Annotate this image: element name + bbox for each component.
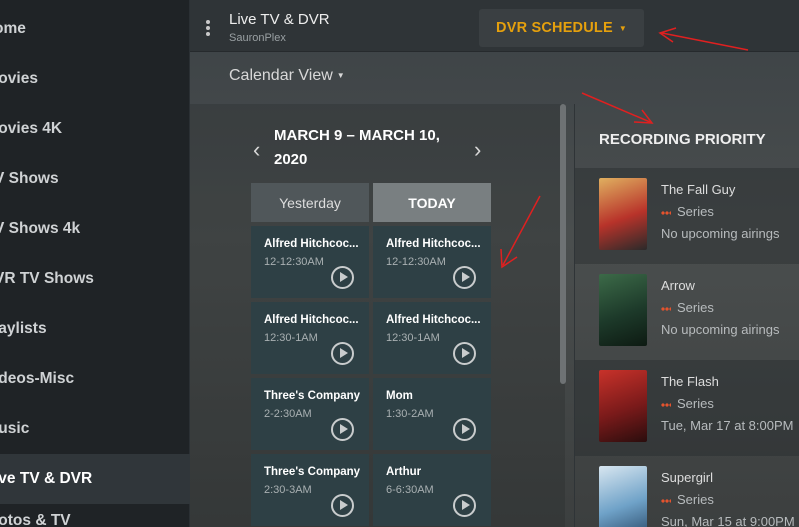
- show-title: Arrow: [661, 278, 695, 293]
- program-time: 2:30-3AM: [264, 484, 312, 496]
- sidebar-item-videos-misc[interactable]: ideos-Misc: [0, 354, 190, 404]
- program-name: Three's Company: [264, 466, 361, 478]
- previous-day-icon[interactable]: ‹: [253, 137, 260, 163]
- page-title: Live TV & DVR: [229, 11, 330, 28]
- sidebar-item-music[interactable]: lusic: [0, 404, 190, 454]
- series-label: Series: [661, 396, 714, 411]
- sidebar-item-home[interactable]: ome: [0, 4, 190, 54]
- sidebar-item-dvr-tv-shows[interactable]: VR TV Shows: [0, 254, 190, 304]
- play-icon[interactable]: [453, 494, 476, 517]
- series-label: Series: [661, 492, 714, 507]
- tab-today[interactable]: TODAY: [373, 183, 491, 222]
- program-time: 12:30-1AM: [264, 332, 318, 344]
- priority-item[interactable]: The Flash Series Tue, Mar 17 at 8:00PM: [575, 360, 799, 456]
- program-time: 6-6:30AM: [386, 484, 434, 496]
- series-label: Series: [661, 300, 714, 315]
- main-content: Live TV & DVR SauronPlex DVR SCHEDULE ▼ …: [190, 0, 799, 527]
- top-bar: Live TV & DVR SauronPlex DVR SCHEDULE ▼: [190, 0, 799, 52]
- next-day-icon[interactable]: ›: [474, 137, 481, 163]
- airing-info: Tue, Mar 17 at 8:00PM: [661, 418, 794, 433]
- sidebar-item-movies[interactable]: lovies: [0, 54, 190, 104]
- date-range-title: MARCH 9 – MARCH 10, 2020: [274, 127, 440, 168]
- program-card[interactable]: Arthur 6-6:30AM: [373, 454, 491, 526]
- series-label: Series: [661, 204, 714, 219]
- program-card[interactable]: Alfred Hitchcoc... 12-12:30AM: [373, 226, 491, 298]
- priority-item[interactable]: Arrow Series No upcoming airings: [575, 264, 799, 360]
- airing-info: Sun, Mar 15 at 9:00PM: [661, 514, 795, 527]
- program-card[interactable]: Three's Company 2-2:30AM: [251, 378, 369, 450]
- server-name: SauronPlex: [229, 32, 286, 44]
- record-icon: [661, 306, 671, 311]
- recording-priority-title: RECORDING PRIORITY: [599, 131, 766, 148]
- calendar-view-dropdown[interactable]: Calendar View ▼: [229, 67, 345, 85]
- play-icon[interactable]: [453, 418, 476, 441]
- program-time: 12-12:30AM: [264, 256, 324, 268]
- play-icon[interactable]: [331, 494, 354, 517]
- program-name: Alfred Hitchcoc...: [264, 314, 359, 326]
- show-title: The Fall Guy: [661, 182, 736, 197]
- show-title: The Flash: [661, 374, 719, 389]
- program-time: 1:30-2AM: [386, 408, 434, 420]
- program-time: 12:30-1AM: [386, 332, 440, 344]
- show-poster: [599, 274, 647, 346]
- dvr-schedule-button[interactable]: DVR SCHEDULE ▼: [479, 9, 644, 47]
- show-poster: [599, 370, 647, 442]
- sidebar-item-photos-tv[interactable]: lotos & TV: [0, 496, 190, 527]
- airing-info: No upcoming airings: [661, 226, 780, 241]
- program-name: Three's Company: [264, 390, 361, 402]
- more-options-icon[interactable]: [206, 20, 210, 36]
- sidebar-item-tv-shows[interactable]: V Shows: [0, 154, 190, 204]
- program-card[interactable]: Alfred Hitchcoc... 12:30-1AM: [373, 302, 491, 374]
- play-icon[interactable]: [331, 266, 354, 289]
- program-time: 2-2:30AM: [264, 408, 312, 420]
- play-icon[interactable]: [331, 342, 354, 365]
- airing-info: No upcoming airings: [661, 322, 780, 337]
- show-poster: [599, 178, 647, 250]
- play-icon[interactable]: [453, 266, 476, 289]
- play-icon[interactable]: [331, 418, 354, 441]
- tab-yesterday[interactable]: Yesterday: [251, 183, 369, 222]
- sidebar: ome lovies lovies 4K V Shows V Shows 4k …: [0, 0, 190, 527]
- program-name: Alfred Hitchcoc...: [386, 314, 481, 326]
- sidebar-item-playlists[interactable]: laylists: [0, 304, 190, 354]
- calendar-view-label: Calendar View: [229, 67, 333, 84]
- program-card[interactable]: Alfred Hitchcoc... 12-12:30AM: [251, 226, 369, 298]
- priority-item[interactable]: Supergirl Series Sun, Mar 15 at 9:00PM: [575, 456, 799, 527]
- program-name: Alfred Hitchcoc...: [386, 238, 481, 250]
- program-name: Arthur: [386, 466, 422, 478]
- priority-item[interactable]: The Fall Guy Series No upcoming airings: [575, 168, 799, 264]
- play-icon[interactable]: [453, 342, 476, 365]
- program-time: 12-12:30AM: [386, 256, 446, 268]
- dvr-schedule-label: DVR SCHEDULE: [496, 20, 613, 36]
- program-card[interactable]: Three's Company 2:30-3AM: [251, 454, 369, 526]
- show-title: Supergirl: [661, 470, 714, 485]
- record-icon: [661, 498, 671, 503]
- program-name: Mom: [386, 390, 413, 402]
- program-name: Alfred Hitchcoc...: [264, 238, 359, 250]
- chevron-down-icon: ▼: [336, 71, 345, 81]
- record-icon: [661, 402, 671, 407]
- record-icon: [661, 210, 671, 215]
- program-card[interactable]: Alfred Hitchcoc... 12:30-1AM: [251, 302, 369, 374]
- sidebar-item-movies-4k[interactable]: lovies 4K: [0, 104, 190, 154]
- show-poster: [599, 466, 647, 527]
- calendar-scrollbar[interactable]: [560, 104, 566, 384]
- sidebar-item-tv-shows-4k[interactable]: V Shows 4k: [0, 204, 190, 254]
- chevron-down-icon: ▼: [618, 23, 627, 33]
- program-card[interactable]: Mom 1:30-2AM: [373, 378, 491, 450]
